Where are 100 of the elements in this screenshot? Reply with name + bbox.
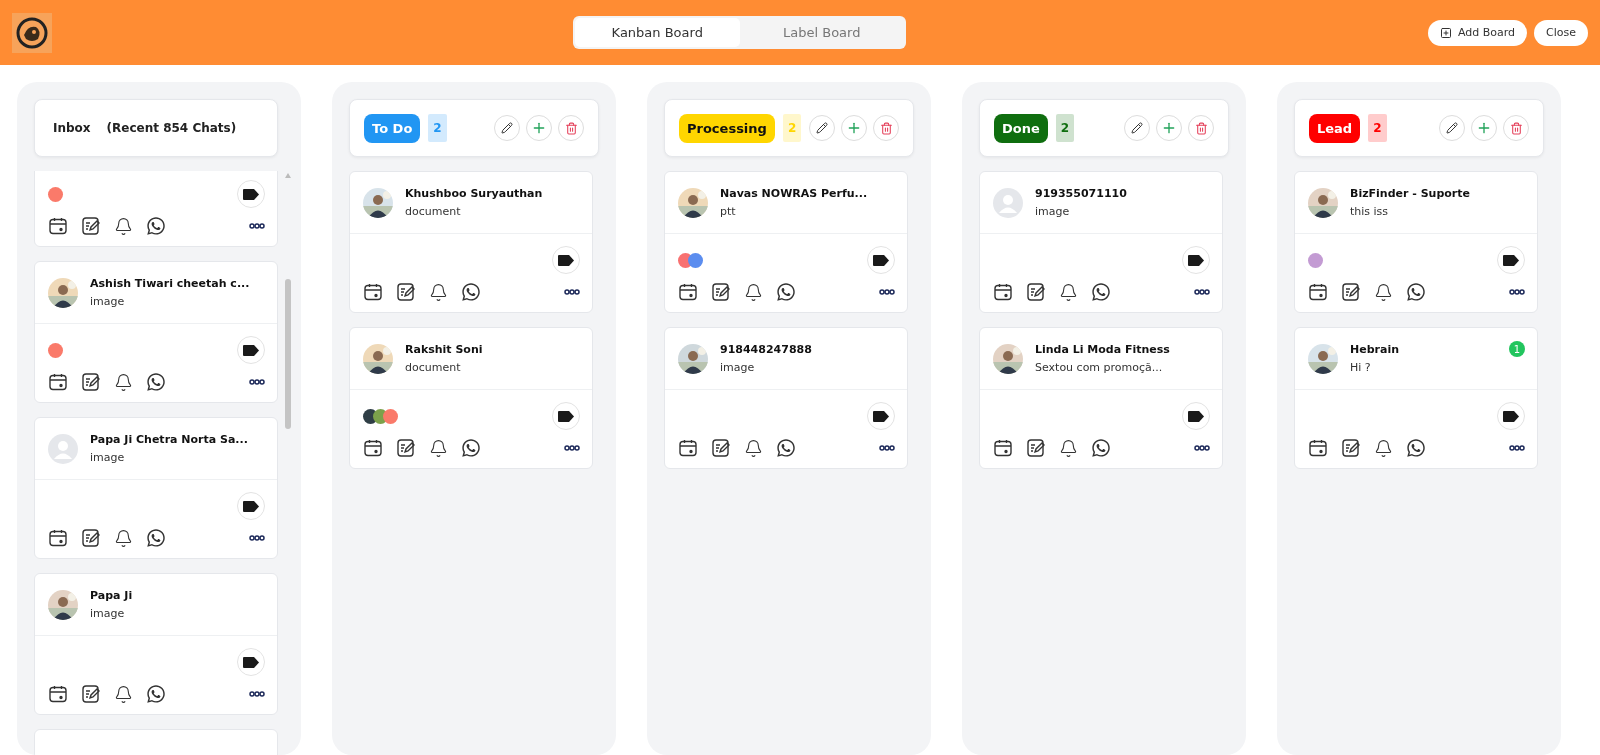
board-tab[interactable]: Label Board	[739, 18, 904, 47]
contact-name: 919355071110	[1035, 187, 1127, 200]
note-button[interactable]	[1341, 438, 1361, 458]
note-button[interactable]	[396, 282, 416, 302]
note-button[interactable]	[711, 282, 731, 302]
more-icon	[1509, 289, 1525, 295]
calendar-button[interactable]	[1308, 438, 1328, 458]
more-button[interactable]	[249, 691, 265, 697]
whatsapp-button[interactable]	[776, 438, 796, 458]
plus-icon	[1161, 120, 1177, 136]
note-button[interactable]	[81, 684, 101, 704]
delete-button[interactable]	[1188, 115, 1214, 141]
delete-button[interactable]	[873, 115, 900, 141]
whatsapp-icon	[776, 438, 796, 458]
note-button[interactable]	[81, 216, 101, 236]
note-button[interactable]	[1026, 282, 1046, 302]
calendar-button[interactable]	[363, 438, 383, 458]
bell-button[interactable]	[114, 372, 133, 392]
whatsapp-button[interactable]	[1091, 282, 1111, 302]
more-button[interactable]	[1509, 445, 1525, 451]
calendar-button[interactable]	[993, 282, 1013, 302]
bell-button[interactable]	[114, 216, 133, 236]
calendar-button[interactable]	[993, 438, 1013, 458]
edit-button[interactable]	[1439, 115, 1465, 141]
tag-button[interactable]	[552, 402, 580, 430]
tag-button[interactable]	[237, 492, 265, 520]
board-tab[interactable]: Kanban Board	[575, 18, 740, 47]
more-button[interactable]	[1194, 289, 1210, 295]
more-button[interactable]	[249, 379, 265, 385]
calendar-button[interactable]	[48, 684, 68, 704]
bell-button[interactable]	[429, 438, 448, 458]
whatsapp-button[interactable]	[1406, 282, 1426, 302]
note-button[interactable]	[396, 438, 416, 458]
column-count: 2	[782, 114, 802, 142]
more-icon	[249, 223, 265, 229]
tag-button[interactable]	[237, 336, 265, 364]
more-button[interactable]	[1194, 445, 1210, 451]
whatsapp-button[interactable]	[461, 282, 481, 302]
more-button[interactable]	[1509, 289, 1525, 295]
note-button[interactable]	[711, 438, 731, 458]
tag-button[interactable]	[1497, 402, 1525, 430]
calendar-button[interactable]	[48, 528, 68, 548]
calendar-button[interactable]	[48, 372, 68, 392]
whatsapp-button[interactable]	[146, 372, 166, 392]
edit-icon	[1446, 122, 1458, 134]
tag-button[interactable]	[1182, 246, 1210, 274]
more-button[interactable]	[564, 289, 580, 295]
whatsapp-button[interactable]	[1406, 438, 1426, 458]
add-board-button[interactable]: Add Board	[1427, 19, 1528, 46]
note-button[interactable]	[81, 372, 101, 392]
whatsapp-button[interactable]	[146, 684, 166, 704]
close-button[interactable]: Close	[1534, 19, 1588, 46]
bell-button[interactable]	[114, 528, 133, 548]
whatsapp-button[interactable]	[146, 528, 166, 548]
delete-button[interactable]	[1503, 115, 1529, 141]
whatsapp-button[interactable]	[146, 216, 166, 236]
calendar-button[interactable]	[678, 282, 698, 302]
bell-button[interactable]	[1374, 438, 1393, 458]
note-button[interactable]	[1341, 282, 1361, 302]
bell-button[interactable]	[1374, 282, 1393, 302]
more-icon	[249, 691, 265, 697]
tag-button[interactable]	[237, 180, 265, 208]
bell-button[interactable]	[1059, 438, 1078, 458]
whatsapp-icon	[146, 372, 166, 392]
tag-button[interactable]	[237, 648, 265, 676]
more-button[interactable]	[249, 535, 265, 541]
message-preview: ptt	[720, 205, 737, 218]
more-button[interactable]	[879, 445, 895, 451]
bell-button[interactable]	[429, 282, 448, 302]
tag-button[interactable]	[867, 246, 895, 274]
tag-button[interactable]	[1497, 246, 1525, 274]
calendar-button[interactable]	[48, 216, 68, 236]
more-button[interactable]	[879, 289, 895, 295]
more-button[interactable]	[249, 223, 265, 229]
calendar-button[interactable]	[678, 438, 698, 458]
edit-button[interactable]	[1124, 115, 1150, 141]
whatsapp-button[interactable]	[461, 438, 481, 458]
whatsapp-button[interactable]	[1091, 438, 1111, 458]
tag-button[interactable]	[867, 402, 895, 430]
bell-button[interactable]	[1059, 282, 1078, 302]
bell-icon	[114, 216, 133, 236]
note-edit-icon	[711, 282, 731, 302]
bell-button[interactable]	[744, 282, 763, 302]
bell-button[interactable]	[744, 438, 763, 458]
note-edit-icon	[1026, 438, 1046, 458]
bell-button[interactable]	[114, 684, 133, 704]
note-button[interactable]	[1026, 438, 1046, 458]
tag-button[interactable]	[552, 246, 580, 274]
whatsapp-button[interactable]	[776, 282, 796, 302]
delete-button[interactable]	[558, 115, 584, 141]
edit-button[interactable]	[809, 115, 836, 141]
tag-button[interactable]	[1182, 402, 1210, 430]
edit-button[interactable]	[494, 115, 520, 141]
note-button[interactable]	[81, 528, 101, 548]
calendar-button[interactable]	[1308, 282, 1328, 302]
more-button[interactable]	[564, 445, 580, 451]
whatsapp-icon	[1091, 282, 1111, 302]
whatsapp-icon	[146, 684, 166, 704]
edit-icon	[501, 122, 513, 134]
calendar-button[interactable]	[363, 282, 383, 302]
